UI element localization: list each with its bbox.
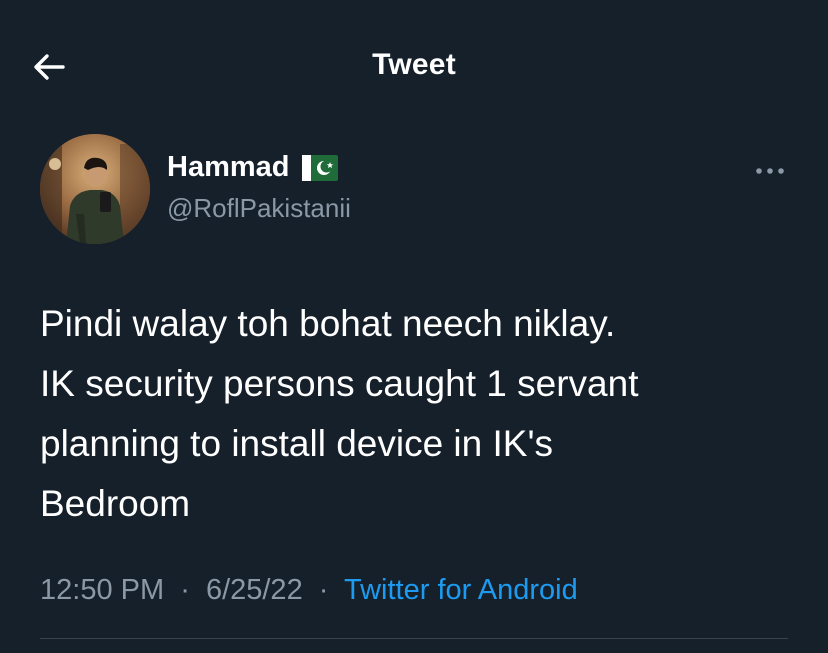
divider [40, 638, 788, 639]
more-dots-icon [756, 168, 784, 174]
tweet-time[interactable]: 12:50 PM [40, 574, 164, 606]
avatar[interactable] [40, 134, 150, 244]
meta-separator: · [180, 574, 190, 606]
pakistan-flag-icon [301, 154, 338, 181]
tweet-source-link[interactable]: Twitter for Android [344, 574, 578, 606]
author-handle[interactable]: @RoflPakistanii [167, 193, 351, 224]
tweet-date[interactable]: 6/25/22 [206, 574, 303, 606]
author-name-label: Hammad [167, 151, 290, 183]
meta-separator: · [318, 574, 329, 606]
more-options-button[interactable] [750, 156, 790, 186]
top-bar: Tweet [0, 0, 828, 130]
avatar-photo [40, 134, 150, 244]
author-name[interactable]: Hammad [167, 151, 338, 184]
tweet-meta: 12:50 PM · 6/25/22 · Twitter for Android [40, 574, 578, 607]
tweet-text: Pindi walay toh bohat neech niklay. IK s… [40, 303, 639, 524]
page-title: Tweet [372, 48, 456, 81]
